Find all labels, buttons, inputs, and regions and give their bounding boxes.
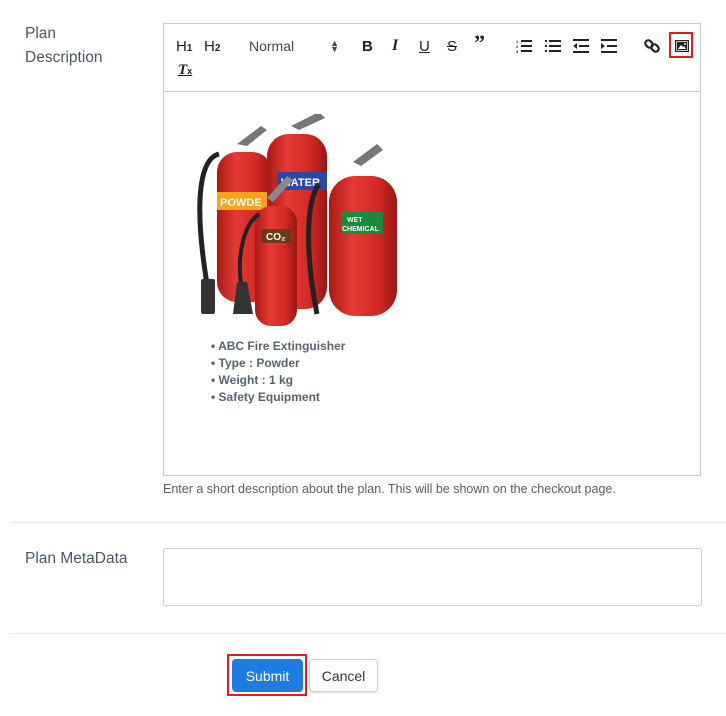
blockquote-button[interactable]: ” [474,30,485,55]
bullet-list-button[interactable] [545,35,561,57]
ordered-list-icon: 123 [516,39,532,53]
submit-button[interactable]: Submit [232,659,303,692]
svg-text:WET: WET [347,217,363,224]
editor-toolbar: H1 H2 Normal ▲ ▼ B I U S ” 123 Tx [164,24,700,92]
underline-button[interactable]: U [419,35,430,57]
italic-button[interactable]: I [392,35,398,57]
fire-extinguisher-image: POWDE WATER WET CHEMICAL CO₂ [189,112,404,329]
list-item: ABC Fire Extinguisher [211,338,345,355]
clean-format-button[interactable]: Tx [178,59,192,81]
section-divider [10,522,726,523]
help-text: Enter a short description about the plan… [163,482,616,496]
italic-icon: I [392,37,399,54]
clear-format-icon: Tx [178,61,193,78]
indent-icon [601,39,617,53]
strike-icon: S [447,37,458,55]
rich-text-editor[interactable]: H1 H2 Normal ▲ ▼ B I U S ” 123 Tx POWDE … [163,23,701,476]
bold-icon: B [362,37,373,55]
link-icon [644,39,660,53]
bullet-list-icon [545,40,561,52]
image-button-highlight [669,32,693,58]
list-item: Safety Equipment [211,389,345,406]
format-select-value: Normal [249,38,295,54]
plan-metadata-input[interactable] [163,548,702,606]
link-button[interactable] [644,35,660,57]
indent-button[interactable] [601,35,617,57]
underline-icon: U [419,37,430,55]
svg-text:POWDE: POWDE [220,197,262,209]
cancel-button[interactable]: Cancel [309,659,378,692]
h1-button[interactable]: H1 [176,35,192,57]
quote-icon: ” [474,30,485,55]
outdent-icon [573,39,589,53]
strike-button[interactable]: S [447,35,457,57]
plan-description-label: Plan Description [25,25,103,66]
section-divider [10,633,726,634]
svg-text:CHEMICAL: CHEMICAL [342,226,380,233]
h2-button[interactable]: H2 [204,35,220,57]
svg-text:3: 3 [516,49,519,53]
ordered-list-button[interactable]: 123 [516,35,532,57]
select-arrows-icon: ▲ ▼ [330,38,339,54]
svg-text:CO₂: CO₂ [266,232,285,243]
extinguisher-illustration: POWDE WATER WET CHEMICAL CO₂ [197,112,397,326]
feature-list: ABC Fire Extinguisher Type : Powder Weig… [211,338,345,406]
bold-button[interactable]: B [362,35,373,57]
editor-content[interactable]: POWDE WATER WET CHEMICAL CO₂ • ABC Fire … [164,92,700,475]
outdent-button[interactable] [573,35,589,57]
plan-metadata-label: Plan MetaData [25,550,128,567]
list-item: Type : Powder [211,355,345,372]
format-select[interactable]: Normal ▲ ▼ [249,35,339,57]
list-item: Weight : 1 kg [211,372,345,389]
